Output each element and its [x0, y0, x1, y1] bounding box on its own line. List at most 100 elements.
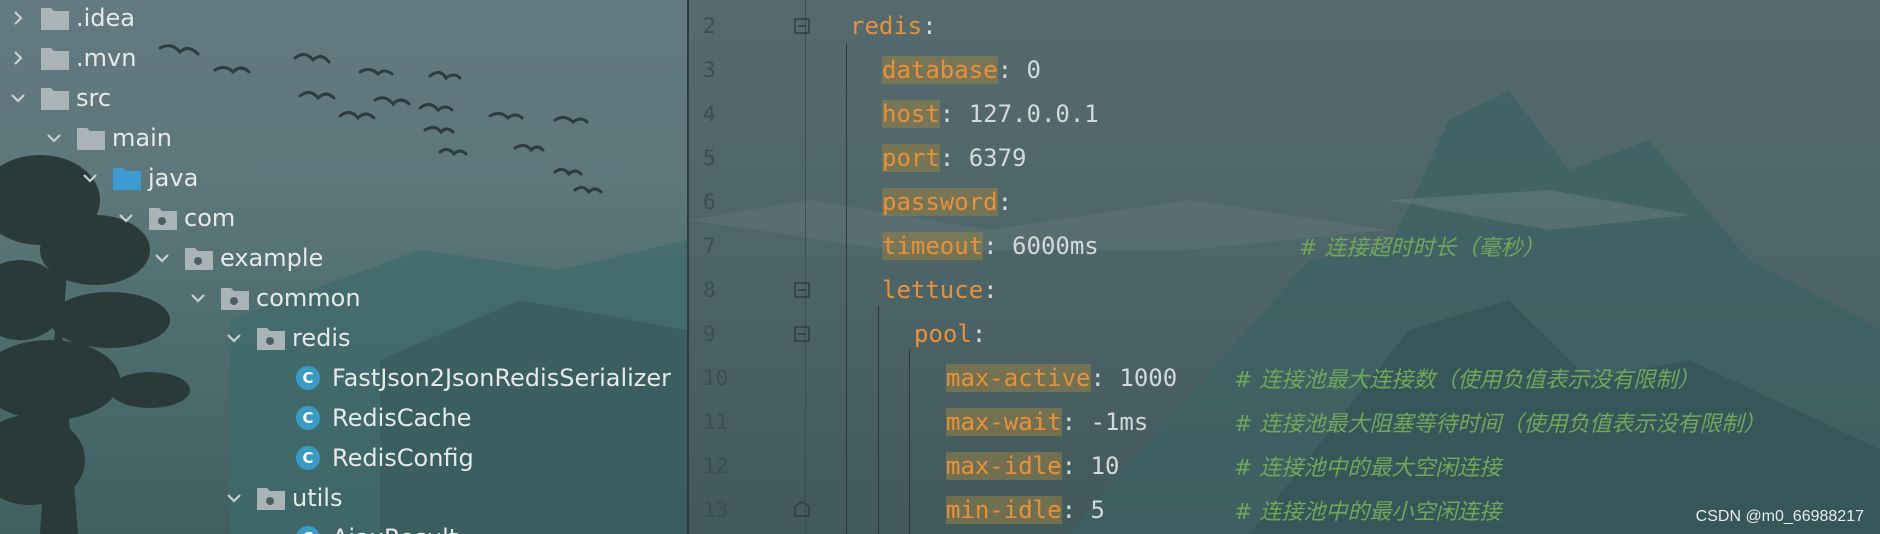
code-line[interactable]: timeout: 6000ms: [882, 226, 1099, 266]
code-line[interactable]: port: 6379: [882, 138, 1027, 178]
tree-item-utils[interactable]: utils: [220, 478, 342, 518]
yaml-value: 0: [1012, 56, 1041, 84]
tree-item-label: main: [112, 124, 172, 152]
yaml-colon: :: [971, 320, 987, 348]
source-folder-icon: [112, 158, 146, 198]
tree-item-ajaxresult[interactable]: C AjaxResult: [296, 518, 458, 534]
chevron-right-icon[interactable]: [4, 0, 32, 38]
fold-marker-icon[interactable]: [793, 281, 811, 299]
tree-item-label: java: [148, 164, 199, 192]
chevron-down-icon[interactable]: [76, 158, 104, 198]
tree-item-label: RedisCache: [332, 404, 472, 432]
chevron-down-icon[interactable]: [220, 478, 248, 518]
code-line[interactable]: database: 0: [882, 50, 1041, 90]
yaml-key: password: [882, 188, 998, 216]
yaml-key: min-idle: [946, 496, 1062, 524]
code-line[interactable]: lettuce:: [882, 270, 998, 310]
tree-item-redisconfig[interactable]: C RedisConfig: [296, 438, 474, 478]
tree-item-label: FastJson2JsonRedisSerializer: [332, 364, 672, 392]
yaml-value: 6379: [954, 144, 1027, 172]
chevron-right-icon[interactable]: [4, 38, 32, 78]
fold-end-icon[interactable]: [793, 500, 811, 518]
yaml-colon: :: [939, 144, 955, 172]
folder-icon: [40, 0, 74, 38]
tree-item-label: example: [220, 244, 324, 272]
code-line[interactable]: max-wait: -1ms: [946, 402, 1148, 442]
tree-item-java[interactable]: java: [76, 158, 198, 198]
line-number: 5: [703, 146, 716, 170]
package-icon: [256, 478, 290, 518]
folder-icon: [76, 118, 110, 158]
tree-item-idea[interactable]: .idea: [4, 0, 135, 38]
code-editor[interactable]: 2 3 4 5 6 7 8 9 10 11 12 13 redis: datab…: [687, 0, 1880, 534]
tree-item-label: RedisConfig: [332, 444, 474, 472]
yaml-colon: :: [983, 276, 998, 304]
yaml-colon: :: [1090, 364, 1105, 392]
line-number: 3: [703, 58, 716, 82]
class-icon: C: [296, 526, 320, 534]
code-comment: # 连接池最大连接数（使用负值表示没有限制）: [1234, 368, 1700, 393]
yaml-key: database: [882, 56, 998, 84]
class-icon: C: [296, 446, 320, 470]
chevron-down-icon[interactable]: [40, 118, 68, 158]
chevron-down-icon[interactable]: [220, 318, 248, 358]
chevron-down-icon[interactable]: [4, 78, 32, 118]
tree-item-label: redis: [292, 324, 351, 352]
code-line[interactable]: max-idle: 10: [946, 446, 1119, 486]
code-line[interactable]: host: 127.0.0.1: [882, 94, 1099, 134]
yaml-key: pool: [914, 320, 972, 348]
line-number: 4: [703, 102, 716, 126]
tree-item-main[interactable]: main: [40, 118, 172, 158]
line-number: 13: [703, 498, 729, 522]
indent-guide: [878, 306, 879, 534]
project-tree-panel: .idea .mvn src main java com example com…: [0, 0, 687, 534]
tree-item-fastjson2jsonredisserializer[interactable]: C FastJson2JsonRedisSerializer: [296, 358, 671, 398]
tree-item-label: .idea: [76, 4, 136, 32]
code-comment: # 连接超时时长（毫秒）: [1299, 236, 1545, 261]
fold-marker-icon[interactable]: [793, 17, 811, 35]
yaml-colon: :: [922, 12, 937, 40]
tree-item-example[interactable]: example: [148, 238, 323, 278]
chevron-down-icon[interactable]: [148, 238, 176, 278]
yaml-colon: :: [939, 100, 955, 128]
watermark: CSDN @m0_66988217: [1695, 508, 1864, 525]
yaml-colon: :: [997, 188, 1013, 216]
line-number: 9: [703, 322, 716, 346]
yaml-key: host: [882, 100, 940, 128]
yaml-key: max-wait: [946, 408, 1062, 436]
tree-item-src[interactable]: src: [4, 78, 111, 118]
tree-item-com[interactable]: com: [112, 198, 235, 238]
code-line[interactable]: max-active: 1000: [946, 358, 1177, 398]
tree-item-label: AjaxResult: [330, 524, 458, 534]
chevron-down-icon[interactable]: [112, 198, 140, 238]
yaml-colon: :: [1061, 408, 1077, 436]
folder-icon: [40, 38, 74, 78]
yaml-value: 5: [1076, 496, 1105, 524]
yaml-key: timeout: [882, 232, 984, 260]
line-number: 10: [703, 366, 729, 390]
yaml-key: lettuce: [882, 276, 984, 304]
yaml-value: 6000ms: [997, 232, 1099, 260]
yaml-value: 10: [1076, 452, 1120, 480]
code-line[interactable]: pool:: [914, 314, 986, 354]
package-icon: [148, 198, 182, 238]
code-line[interactable]: min-idle: 5: [946, 490, 1105, 530]
yaml-colon: :: [997, 56, 1013, 84]
line-number: 11: [703, 410, 729, 434]
tree-item-label: .mvn: [76, 44, 137, 72]
fold-marker-icon[interactable]: [793, 325, 811, 343]
line-number: 2: [703, 14, 716, 38]
code-comment: # 连接池中的最小空闲连接: [1234, 500, 1502, 525]
code-line[interactable]: password:: [882, 182, 1012, 222]
code-line[interactable]: redis:: [850, 6, 937, 46]
tree-item-redis[interactable]: redis: [220, 318, 351, 358]
yaml-key: port: [882, 144, 940, 172]
chevron-down-icon[interactable]: [184, 278, 212, 318]
yaml-key: max-idle: [946, 452, 1062, 480]
tree-item-mvn[interactable]: .mvn: [4, 38, 136, 78]
tree-item-label: com: [184, 204, 236, 232]
tree-item-rediscache[interactable]: C RedisCache: [296, 398, 471, 438]
tree-item-common[interactable]: common: [184, 278, 361, 318]
yaml-colon: :: [1061, 496, 1077, 524]
gutter-separator: [805, 0, 806, 534]
